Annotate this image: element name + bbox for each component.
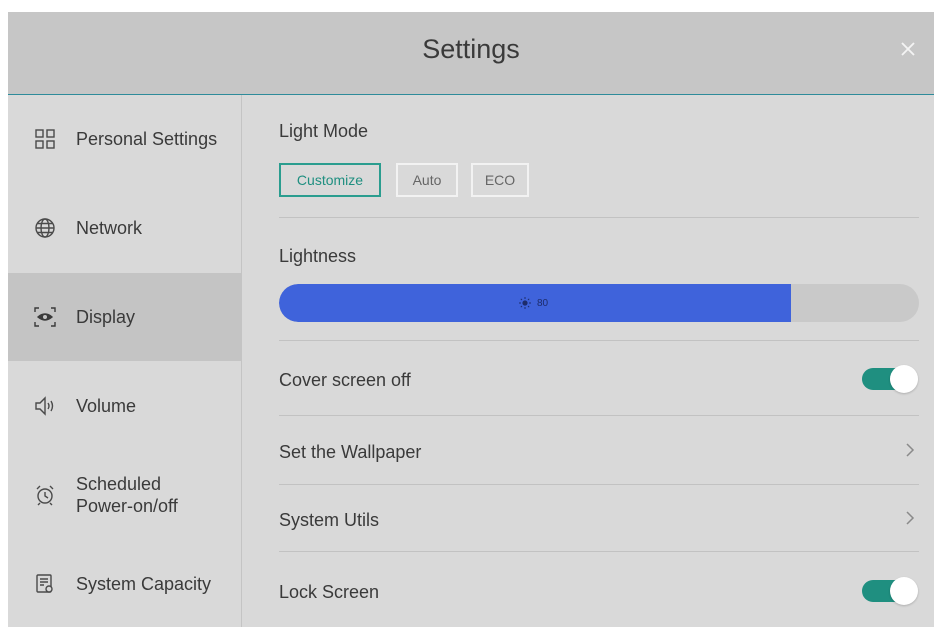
grid-icon bbox=[32, 126, 58, 152]
close-icon[interactable] bbox=[894, 36, 922, 64]
sidebar-item-display[interactable]: Display bbox=[8, 273, 241, 361]
divider bbox=[279, 551, 919, 552]
sidebar-item-scheduled-power[interactable]: Scheduled Power-on/off bbox=[8, 451, 241, 539]
sidebar-item-label: Scheduled Power-on/off bbox=[76, 474, 178, 516]
lightness-slider[interactable]: 80 bbox=[279, 284, 919, 322]
light-mode-title: Light Mode bbox=[279, 121, 369, 141]
lock-screen-toggle[interactable] bbox=[862, 577, 918, 605]
lightness-value: 80 bbox=[537, 297, 549, 309]
lightness-title: Lightness bbox=[279, 246, 357, 266]
globe-icon bbox=[32, 215, 58, 241]
sidebar-item-label: Network bbox=[76, 218, 143, 238]
title-bar: Settings bbox=[8, 12, 934, 95]
display-eye-icon bbox=[32, 304, 58, 330]
divider bbox=[279, 340, 919, 341]
light-mode-eco-button[interactable]: ECO bbox=[471, 163, 529, 197]
sidebar-item-network[interactable]: Network bbox=[8, 184, 241, 272]
sidebar-item-system-capacity[interactable]: System Capacity bbox=[8, 540, 241, 627]
set-wallpaper-label: Set the Wallpaper bbox=[279, 442, 422, 462]
toggle-knob bbox=[890, 365, 918, 393]
display-settings-panel: Light Mode Customize Auto ECO Lightness … bbox=[242, 95, 934, 627]
divider bbox=[279, 415, 919, 416]
toggle-knob bbox=[890, 577, 918, 605]
system-utils-label: System Utils bbox=[279, 510, 380, 530]
divider bbox=[279, 217, 919, 218]
sidebar-item-volume[interactable]: Volume bbox=[8, 362, 241, 450]
sidebar: Personal Settings Network Display Volume… bbox=[8, 95, 242, 627]
system-utils-chevron-right-icon[interactable] bbox=[902, 508, 918, 528]
sidebar-item-label: Personal Settings bbox=[76, 129, 218, 149]
storage-icon bbox=[32, 571, 58, 597]
sidebar-item-personal-settings[interactable]: Personal Settings bbox=[8, 95, 241, 183]
light-mode-auto-button[interactable]: Auto bbox=[396, 163, 458, 197]
wallpaper-chevron-right-icon[interactable] bbox=[902, 440, 918, 460]
window-title: Settings bbox=[422, 34, 520, 64]
settings-window: Settings Personal Settings Network Displ… bbox=[8, 12, 934, 627]
lock-screen-label: Lock Screen bbox=[279, 582, 380, 602]
divider bbox=[279, 484, 919, 485]
sidebar-item-label: System Capacity bbox=[76, 574, 212, 594]
speaker-icon bbox=[32, 393, 58, 419]
light-mode-customize-button[interactable]: Customize bbox=[279, 163, 381, 197]
sidebar-item-label: Volume bbox=[76, 396, 137, 416]
cover-screen-off-label: Cover screen off bbox=[279, 370, 411, 390]
sidebar-item-label: Display bbox=[76, 307, 136, 327]
cover-screen-off-toggle[interactable] bbox=[862, 365, 918, 393]
alarm-clock-icon bbox=[32, 482, 58, 508]
sun-icon bbox=[519, 297, 531, 309]
lightness-readout: 80 bbox=[519, 284, 548, 322]
